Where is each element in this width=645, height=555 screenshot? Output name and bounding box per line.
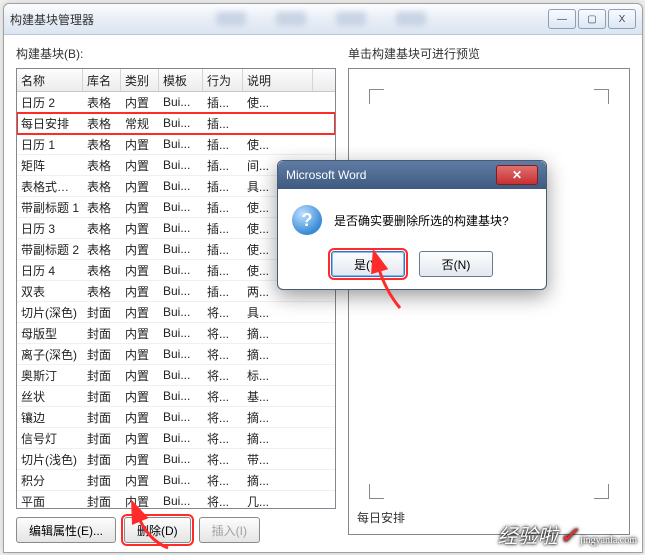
column-header[interactable]: 行为 [203, 69, 243, 91]
table-row[interactable]: 丝状封面内置Bui...将...基... [17, 386, 335, 407]
preview-label: 单击构建基块可进行预览 [348, 45, 630, 62]
table-row[interactable]: 奥斯汀封面内置Bui...将...标... [17, 365, 335, 386]
close-button[interactable]: X [608, 9, 636, 29]
column-header[interactable]: 说明 [243, 69, 313, 91]
table-body[interactable]: 日历 2表格内置Bui...插...使...每日安排表格常规Bui...插...… [17, 92, 335, 509]
no-button[interactable]: 否(N) [419, 251, 493, 277]
table-header[interactable]: 名称库名类别模板行为说明 [17, 69, 335, 92]
crop-mark [369, 484, 384, 499]
maximize-button[interactable]: ▢ [578, 9, 606, 29]
dialog-title: Microsoft Word [286, 168, 366, 182]
confirm-delete-dialog: Microsoft Word ✕ ? 是否确实要删除所选的构建基块? 是(Y) … [277, 160, 547, 290]
table-row[interactable]: 信号灯封面内置Bui...将...摘... [17, 428, 335, 449]
table-row[interactable]: 离子(深色)封面内置Bui...将...摘... [17, 344, 335, 365]
preview-area: 每日安排 [348, 68, 630, 535]
column-header[interactable]: 类别 [121, 69, 159, 91]
edit-properties-button[interactable]: 编辑属性(E)... [16, 517, 116, 543]
dialog-message: 是否确实要删除所选的构建基块? [334, 212, 509, 229]
table-row[interactable]: 每日安排表格常规Bui...插... [17, 113, 335, 134]
table-row[interactable]: 积分封面内置Bui...将...摘... [17, 470, 335, 491]
close-icon: ✕ [512, 168, 522, 182]
dialog-titlebar[interactable]: Microsoft Word ✕ [278, 161, 546, 189]
column-header[interactable]: 名称 [17, 69, 83, 91]
titlebar[interactable]: 构建基块管理器 — ▢ X [4, 4, 642, 35]
table-row[interactable]: 切片(浅色)封面内置Bui...将...带... [17, 449, 335, 470]
blurred-area [94, 12, 548, 26]
table-row[interactable]: 母版型封面内置Bui...将...摘... [17, 323, 335, 344]
delete-button[interactable]: 删除(D) [124, 517, 191, 543]
table-row[interactable]: 日历 2表格内置Bui...插...使... [17, 92, 335, 113]
column-header[interactable]: 模板 [159, 69, 203, 91]
column-header[interactable]: 库名 [83, 69, 121, 91]
dialog-close-button[interactable]: ✕ [496, 165, 538, 185]
checkmark-icon: ✓ [560, 523, 578, 549]
table-row[interactable]: 平面封面内置Bui...将...几... [17, 491, 335, 509]
table-row[interactable]: 镶边封面内置Bui...将...摘... [17, 407, 335, 428]
crop-mark [594, 484, 609, 499]
minimize-button[interactable]: — [548, 9, 576, 29]
table-row[interactable]: 切片(深色)封面内置Bui...将...具... [17, 302, 335, 323]
table-row[interactable]: 日历 1表格内置Bui...插...使... [17, 134, 335, 155]
window-title: 构建基块管理器 [10, 11, 94, 28]
crop-mark [594, 89, 609, 104]
crop-mark [369, 89, 384, 104]
yes-button[interactable]: 是(Y) [331, 251, 405, 277]
insert-button: 插入(I) [199, 517, 260, 543]
question-icon: ? [292, 205, 322, 235]
preview-name: 每日安排 [357, 509, 405, 526]
building-blocks-label: 构建基块(B): [16, 45, 336, 62]
watermark: 经验啦 ✓ jingyanla.com [498, 520, 637, 549]
